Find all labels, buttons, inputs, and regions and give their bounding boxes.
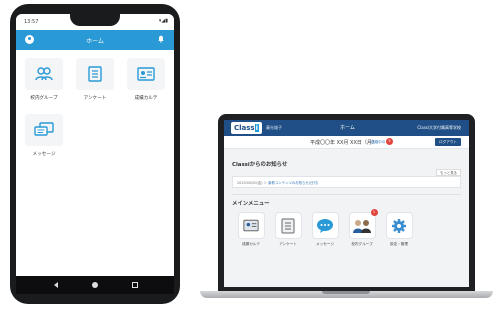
android-nav-bar <box>16 276 174 294</box>
phone-menu-message[interactable]: メッセージ <box>24 114 64 157</box>
tile-label: アンケート <box>83 96 107 101</box>
bell-icon[interactable] <box>157 35 165 43</box>
survey-icon <box>88 66 102 82</box>
news-more-button[interactable]: もっと見る <box>436 169 461 176</box>
web-menu-survey[interactable]: アンケート <box>273 212 303 247</box>
tile-label: 成績カルテ <box>134 96 158 101</box>
tile-label: 校内グループ <box>30 96 58 101</box>
tile-label: メッセージ <box>32 152 56 157</box>
news-item[interactable]: 2020/00/00(金) ＞ 新着コンテンツのお知らせ(日付) <box>237 180 318 185</box>
news-section-title: Classiからのお知らせ <box>232 162 288 168</box>
gear-icon <box>392 218 406 233</box>
header-home-link[interactable]: ホーム <box>340 124 355 131</box>
grade-card-icon <box>137 67 155 81</box>
message-icon <box>34 122 54 136</box>
survey-icon <box>281 218 295 233</box>
laptop-screen: Classi 藤光雄子 ホーム Classi大学付属高等学校 平成〇〇年 XX月… <box>224 120 469 287</box>
status-time: 13:57 <box>24 19 39 25</box>
classi-logo[interactable]: Classi <box>231 122 262 134</box>
app-bar: ホーム <box>16 30 174 50</box>
main-menu-title: メインメニュー <box>232 201 270 207</box>
divider <box>232 194 461 195</box>
phone-menu-group[interactable]: 校内グループ <box>24 58 64 101</box>
tile-box <box>25 58 63 90</box>
message-icon <box>317 218 333 233</box>
web-menu-message[interactable]: メッセージ <box>310 212 340 247</box>
web-subheader: 平成〇〇年 XX月 XX日（月） 連絡中の 0件 5 ログアウト <box>224 136 469 149</box>
web-tile-box <box>274 212 302 239</box>
web-tile-label: 設定・管理 <box>390 242 408 246</box>
back-icon[interactable] <box>54 282 58 288</box>
logout-button[interactable]: ログアウト <box>435 138 461 146</box>
status-bar: 13:57 ▾◢▮ <box>16 14 174 30</box>
header-school-name: Classi大学付属高等学校 <box>417 125 461 130</box>
phone-screen: 13:57 ▾◢▮ ホーム 校内グループ アンケート 成績カルテ メッセージ <box>16 14 174 276</box>
news-date: 2020/00/00(金) <box>237 181 263 185</box>
web-tile-box <box>311 212 339 239</box>
recent-apps-icon[interactable] <box>132 282 138 288</box>
web-tile-label: メッセージ <box>316 242 334 246</box>
web-menu-grade-card[interactable]: 成績カルテ <box>236 212 266 247</box>
status-icons: ▾◢▮ <box>158 18 168 24</box>
web-tile-box: 1 <box>348 209 378 239</box>
app-title: ホーム <box>86 38 104 45</box>
group-icon <box>353 219 371 233</box>
notice-badge: 5 <box>386 138 393 145</box>
date-text: 平成〇〇年 XX月 XX日（月） <box>310 140 377 146</box>
home-icon[interactable] <box>92 282 98 288</box>
tile-box <box>127 58 165 90</box>
phone-menu-survey[interactable]: アンケート <box>75 58 115 101</box>
group-icon <box>35 67 53 81</box>
tile-box <box>25 114 63 146</box>
web-tile-label: 成績カルテ <box>242 242 260 246</box>
web-tile-label: 校内グループ <box>351 242 373 246</box>
camera-notch <box>70 14 120 26</box>
news-link[interactable]: 新着コンテンツのお知らせ(日付) <box>268 181 318 185</box>
phone-menu-grade-card[interactable]: 成績カルテ <box>126 58 166 101</box>
group-badge: 1 <box>370 209 378 216</box>
web-header: Classi 藤光雄子 ホーム Classi大学付属高等学校 <box>224 120 469 136</box>
header-user-name: 藤光雄子 <box>266 125 282 130</box>
grade-card-icon <box>243 219 259 232</box>
web-tile-label: アンケート <box>279 242 297 246</box>
web-tile-box <box>237 212 265 239</box>
news-box: 2020/00/00(金) ＞ 新着コンテンツのお知らせ(日付) <box>232 176 461 188</box>
logo-i: i <box>254 124 259 132</box>
web-menu-settings[interactable]: 設定・管理 <box>384 212 414 247</box>
laptop-notch <box>322 291 370 294</box>
web-menu-group[interactable]: 1 校内グループ <box>347 209 378 247</box>
device-showcase: 13:57 ▾◢▮ ホーム 校内グループ アンケート 成績カルテ メッセージ C… <box>0 0 493 309</box>
web-tile-box <box>385 212 413 239</box>
logo-text: Class <box>234 124 255 132</box>
tile-box <box>76 58 114 90</box>
